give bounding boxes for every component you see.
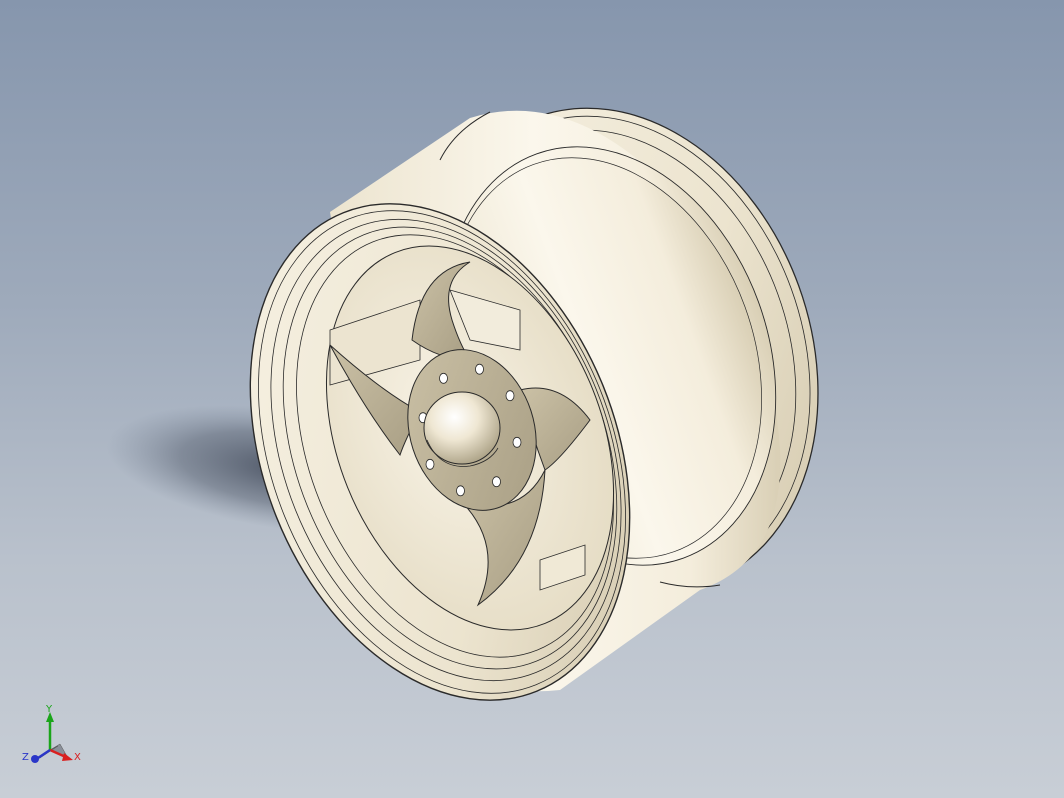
lug-hole [475,363,484,375]
lug-hole [505,390,515,402]
lug-hole [425,458,435,470]
x-axis-label: X [74,752,81,763]
coordinate-triad: Y X Z [22,704,81,763]
graphics-viewport[interactable]: Y X Z [0,0,1064,798]
wheel-rim-model[interactable] [0,0,1064,798]
lug-hole [456,485,465,497]
z-axis-icon [37,748,51,760]
z-axis-label: Z [22,752,29,763]
lug-hole [492,476,501,488]
lug-hole [439,372,448,384]
y-axis-label: Y [45,704,53,715]
hub-cap [423,391,501,465]
z-arrow-icon [31,755,39,763]
lug-hole [512,436,522,448]
